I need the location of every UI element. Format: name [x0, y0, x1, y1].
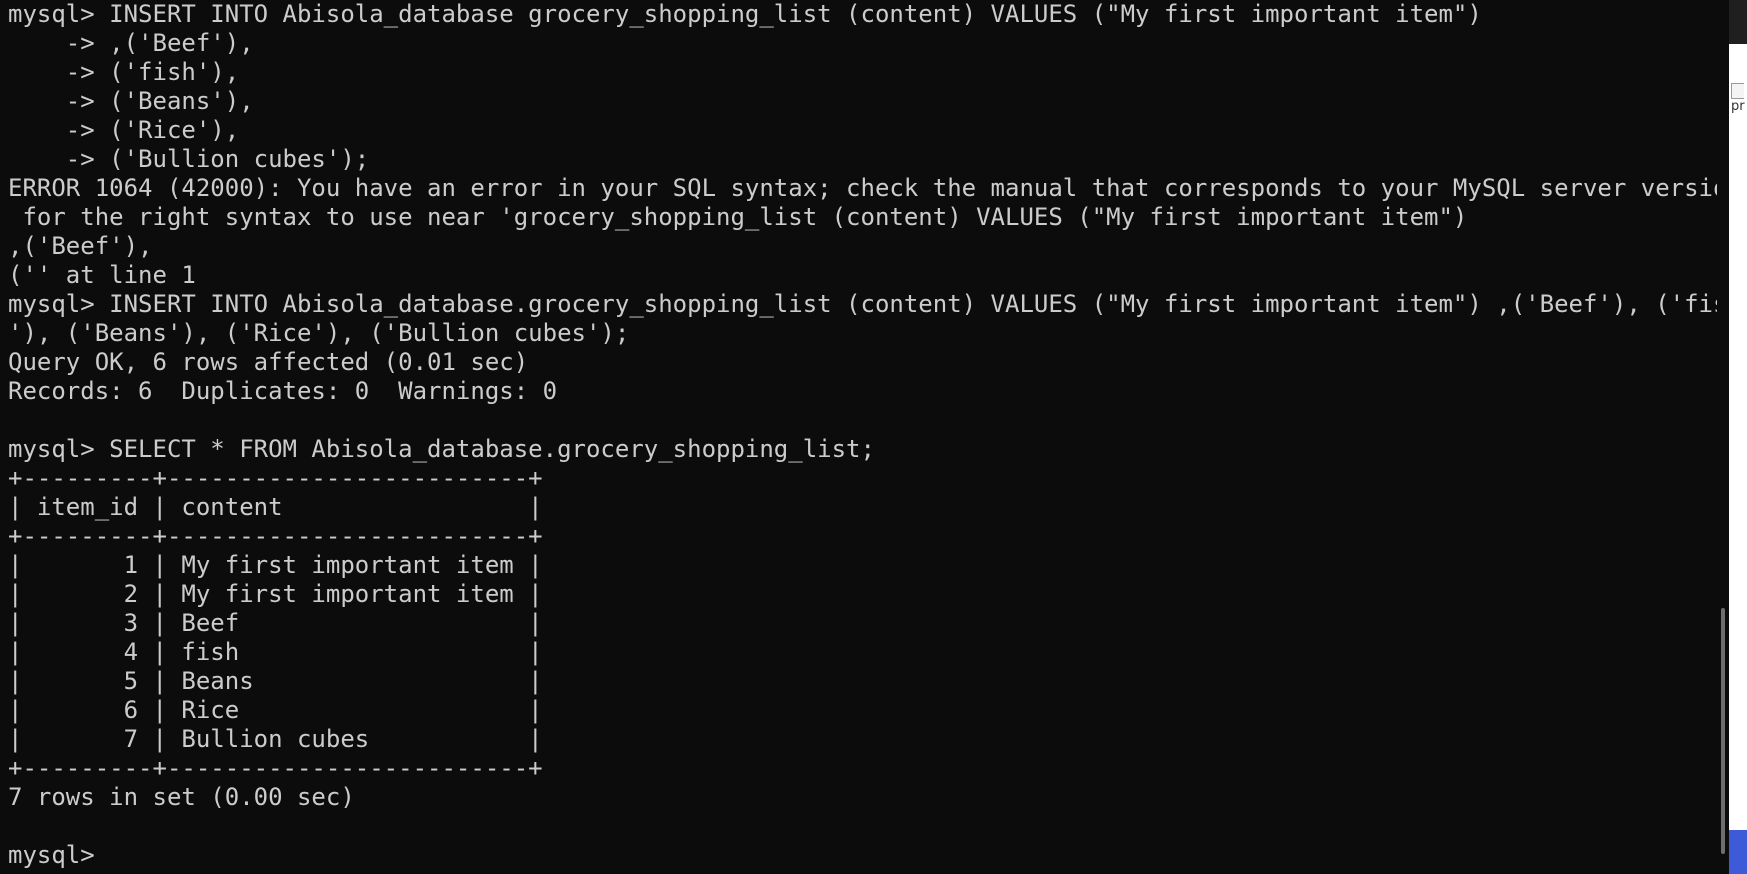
table-border: +---------+-------------------------+ [8, 754, 543, 782]
broken-image-alt-text: pr [1731, 99, 1745, 114]
terminal-window[interactable]: mysql> INSERT INTO Abisola_database groc… [0, 0, 1717, 874]
terminal-line: -> ,('Beef'), [8, 29, 254, 57]
table-row: | 5 | Beans | [8, 667, 543, 695]
terminal-line: ERROR 1064 (42000): You have an error in… [8, 174, 1717, 202]
table-row: | 1 | My first important item | [8, 551, 543, 579]
terminal-line: Query OK, 6 rows affected (0.01 sec) [8, 348, 529, 376]
terminal-output: mysql> INSERT INTO Abisola_database groc… [8, 0, 1717, 870]
taskbar-edge [1729, 830, 1747, 874]
scrollbar-thumb[interactable] [1721, 608, 1725, 854]
terminal-line: -> ('fish'), [8, 58, 240, 86]
terminal-line: Records: 6 Duplicates: 0 Warnings: 0 [8, 377, 558, 405]
terminal-line: ,('Beef'), [8, 232, 153, 260]
table-row: | 2 | My first important item | [8, 580, 543, 608]
command-prompt[interactable]: mysql> [8, 841, 1717, 870]
terminal-line: mysql> INSERT INTO Abisola_database.groc… [8, 290, 1717, 318]
terminal-line: mysql> SELECT * FROM Abisola_database.gr… [8, 435, 875, 463]
terminal-scrollbar[interactable] [1717, 0, 1729, 874]
table-row: | 3 | Beef | [8, 609, 543, 637]
terminal-line: mysql> INSERT INTO Abisola_database groc… [8, 0, 1482, 28]
terminal-line: 7 rows in set (0.00 sec) [8, 783, 355, 811]
background-window-edge[interactable]: pr [1729, 0, 1747, 874]
terminal-line: -> ('Bullion cubes'); [8, 145, 370, 173]
table-border: +---------+-------------------------+ [8, 464, 543, 492]
broken-image-icon [1731, 83, 1744, 99]
table-border: +---------+-------------------------+ [8, 522, 543, 550]
terminal-line: ('' at line 1 [8, 261, 196, 289]
terminal-line: -> ('Beans'), [8, 87, 254, 115]
background-window-titlebar [1729, 0, 1747, 44]
table-row: | 4 | fish | [8, 638, 543, 666]
terminal-line: '), ('Beans'), ('Rice'), ('Bullion cubes… [8, 319, 630, 347]
table-header-row: | item_id | content | [8, 493, 543, 521]
terminal-line: for the right syntax to use near 'grocer… [8, 203, 1468, 231]
terminal-line: -> ('Rice'), [8, 116, 240, 144]
table-row: | 6 | Rice | [8, 696, 543, 724]
table-row: | 7 | Bullion cubes | [8, 725, 543, 753]
